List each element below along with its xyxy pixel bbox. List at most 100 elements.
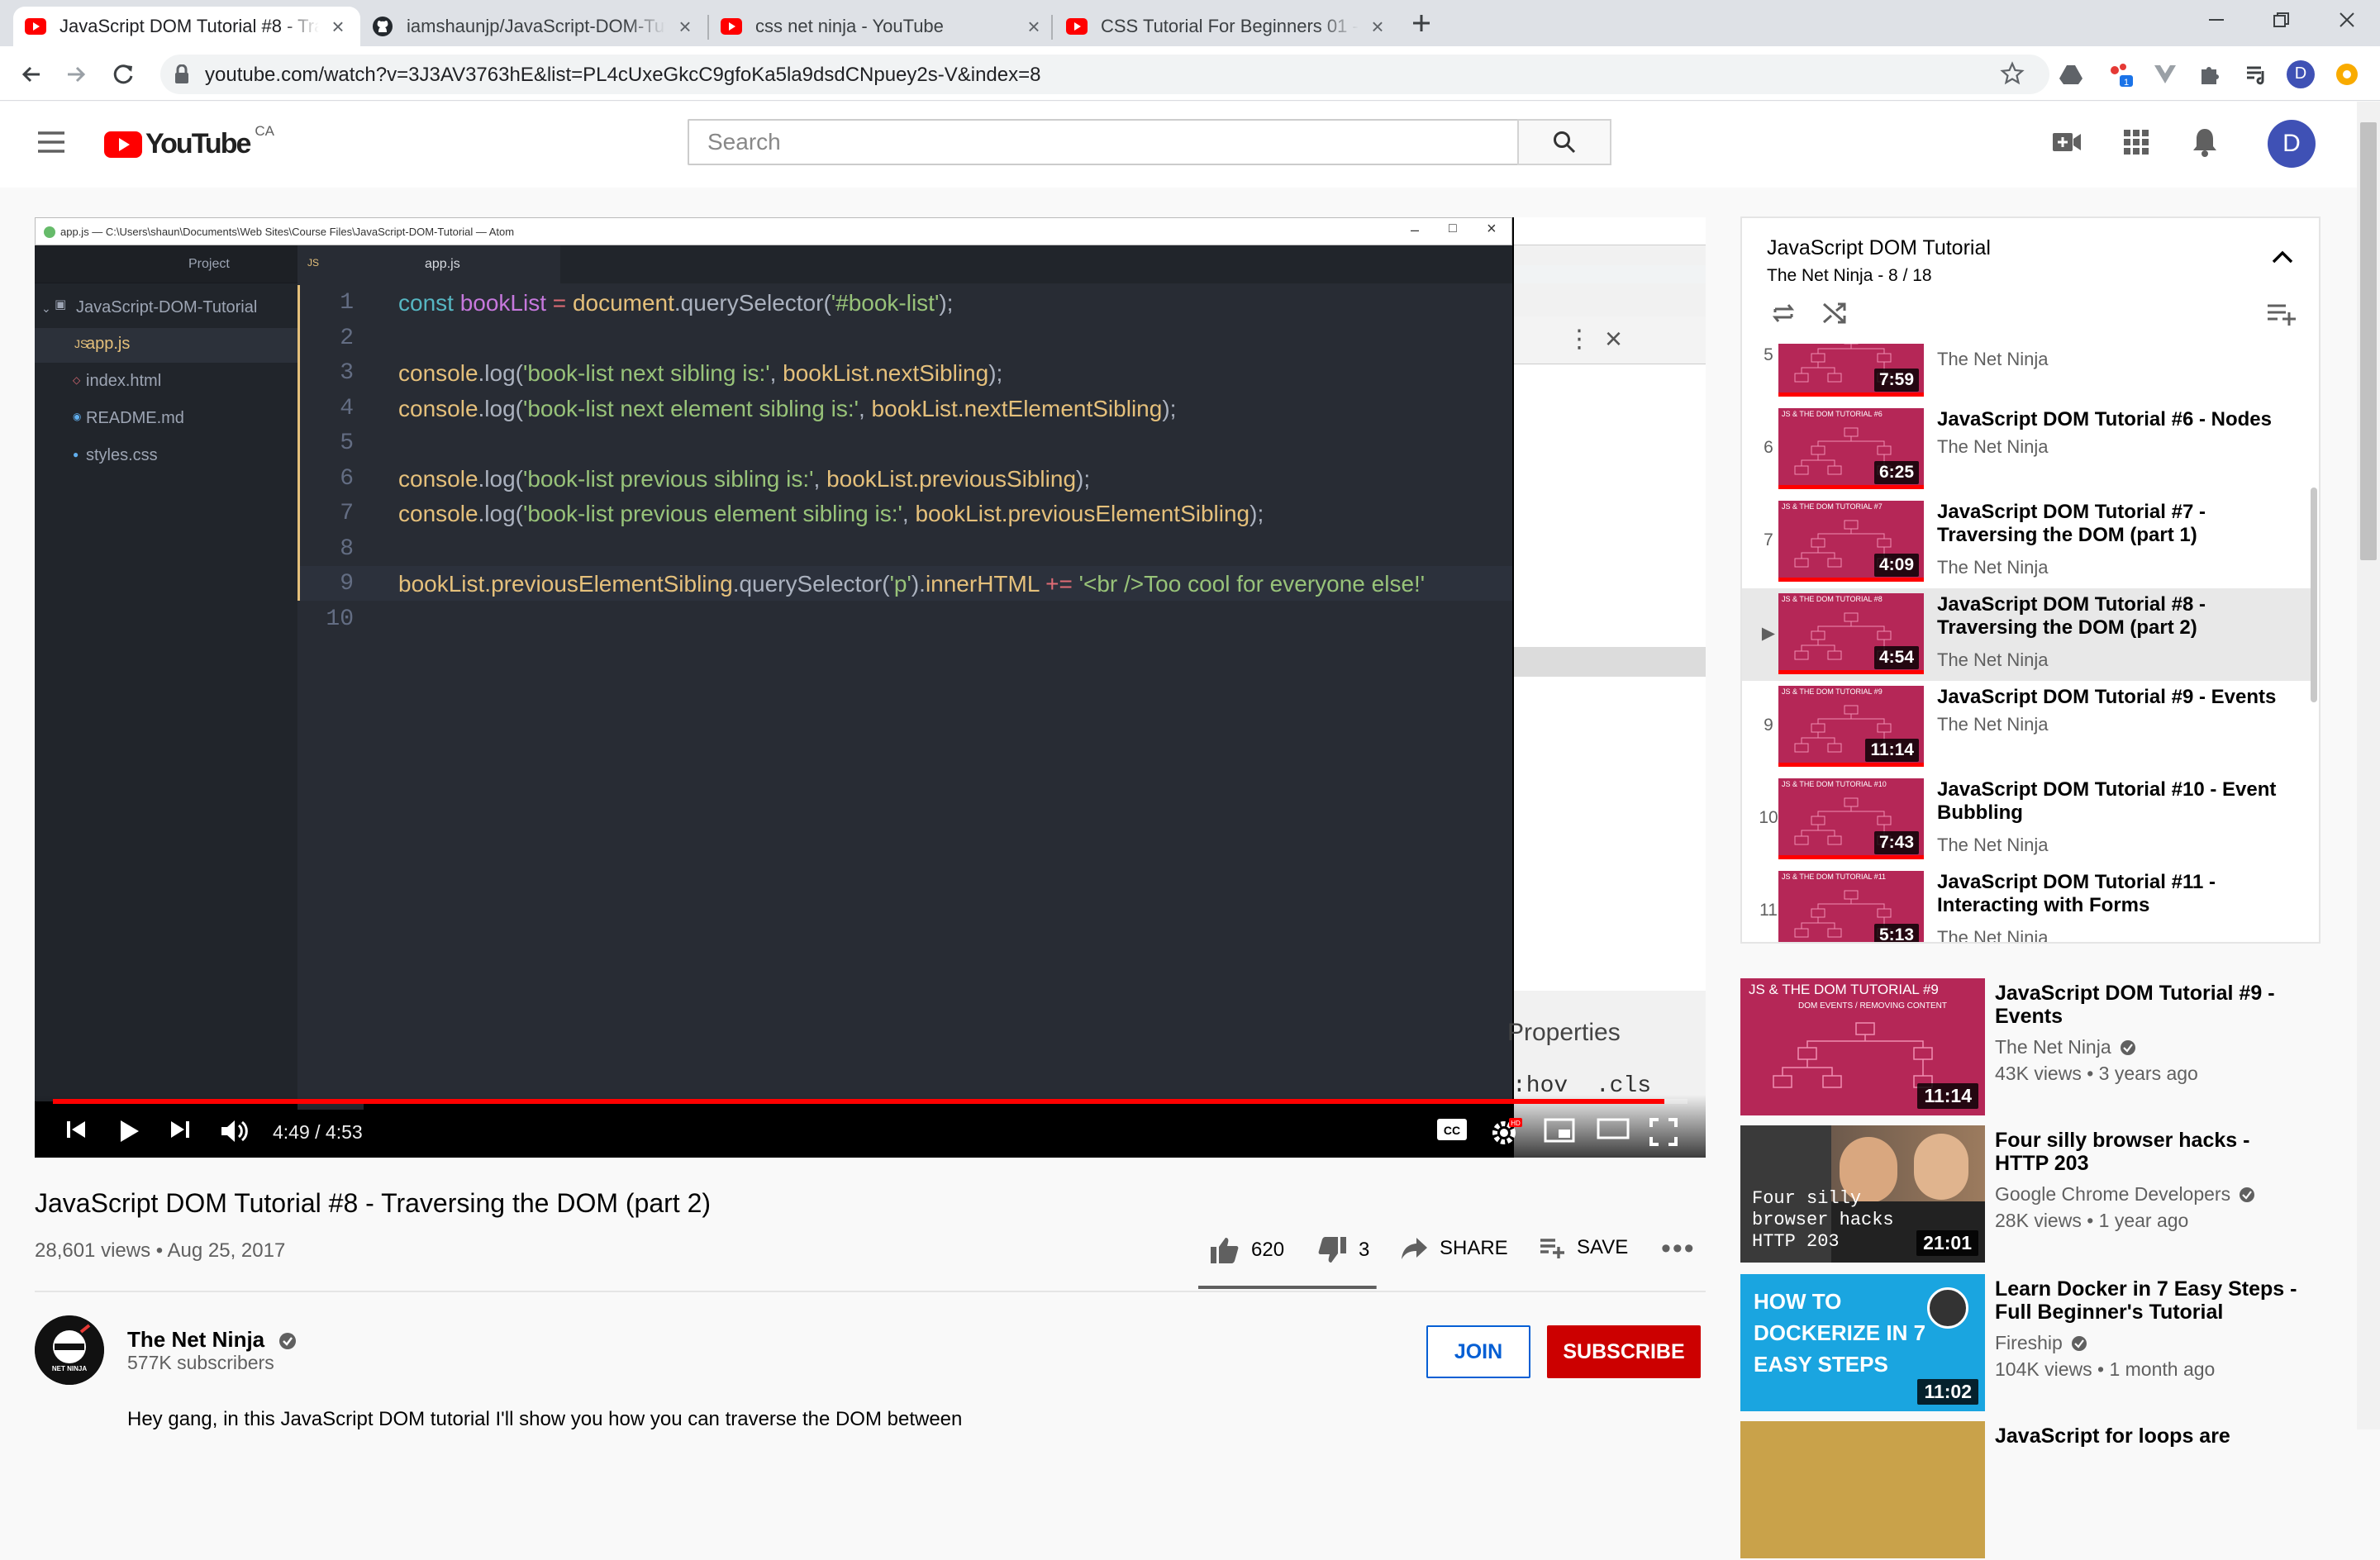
extension-badge-icon[interactable]: 1 bbox=[2106, 59, 2135, 89]
verified-check-icon bbox=[2071, 1335, 2087, 1352]
new-tab-button[interactable] bbox=[1407, 8, 1436, 38]
subtitles-cc-icon[interactable]: CC bbox=[1436, 1118, 1468, 1141]
line-number: 6 bbox=[340, 465, 354, 492]
channel-name[interactable]: The Net Ninja bbox=[127, 1327, 297, 1353]
related-video[interactable]: HOW TO DOCKERIZE IN 7 EASY STEPS 11:02 Lea… bbox=[1740, 1274, 2320, 1413]
search-button[interactable] bbox=[1517, 119, 1611, 165]
channel-avatar[interactable]: NET NINJA bbox=[35, 1315, 104, 1385]
apps-grid-icon[interactable] bbox=[2122, 128, 2150, 156]
playlist-item[interactable]: ▶ JS & THE DOM TUTORIAL #8 4:54 JavaScript … bbox=[1742, 588, 2312, 681]
youtube-logo[interactable]: YouTube CA bbox=[104, 123, 274, 160]
related-video[interactable]: Four silly browser hacks HTTP 203 21:01 Fo… bbox=[1740, 1125, 2320, 1264]
profile-avatar[interactable]: D bbox=[2286, 59, 2316, 89]
settings-gear-icon[interactable]: HD bbox=[1491, 1118, 1522, 1148]
loop-playlist-icon[interactable] bbox=[1770, 301, 1797, 326]
video-player[interactable]: app.js — C:\Users\shaun\Documents\Web Si… bbox=[35, 217, 1706, 1158]
close-tab-icon[interactable]: × bbox=[1367, 14, 1388, 39]
join-button[interactable]: JOIN bbox=[1426, 1325, 1530, 1378]
browser-tab-youtube-dom-8[interactable]: JavaScript DOM Tutorial #8 - Tra × bbox=[13, 7, 360, 46]
code-line: console.log('book-list next element sibl… bbox=[398, 396, 1176, 422]
playlist-item[interactable]: 5JS & THE DOM TUTORIAL #57:59Text & HTML… bbox=[1742, 344, 2312, 403]
like-button[interactable]: 620 bbox=[1210, 1236, 1284, 1264]
subscribe-button[interactable]: SUBSCRIBE bbox=[1547, 1325, 1701, 1378]
update-badge-icon[interactable] bbox=[2332, 59, 2362, 89]
channel-avatar-text: NET NINJA bbox=[51, 1365, 88, 1372]
playlist-scrollbar[interactable] bbox=[2311, 488, 2317, 702]
page-scrollbar-thumb[interactable] bbox=[2360, 122, 2377, 560]
account-avatar[interactable]: D bbox=[2268, 120, 2316, 168]
playlist-item[interactable]: 7 JS & THE DOM TUTORIAL #7 4:09 JavaScript … bbox=[1742, 496, 2312, 588]
hamburger-menu-icon[interactable] bbox=[36, 130, 66, 155]
playlist-item[interactable]: 11 JS & THE DOM TUTORIAL #11 5:13 JavaScrip… bbox=[1742, 866, 2312, 942]
browser-tab-css-tutorial[interactable]: CSS Tutorial For Beginners 01 - I × bbox=[1054, 7, 1400, 46]
devtools-divider bbox=[1514, 647, 1706, 677]
duration-badge: 21:01 bbox=[1916, 1230, 1978, 1256]
play-button[interactable] bbox=[116, 1118, 142, 1144]
playlist-item[interactable]: 9 JS & THE DOM TUTORIAL #9 11:14 JavaScript… bbox=[1742, 681, 2312, 773]
browser-tab-github[interactable]: iamshaunjp/JavaScript-DOM-Tut × bbox=[360, 7, 707, 46]
create-video-icon[interactable] bbox=[2051, 128, 2082, 156]
volume-icon[interactable] bbox=[220, 1118, 250, 1144]
playlist-title[interactable]: JavaScript DOM Tutorial bbox=[1767, 236, 1991, 260]
code-token: console bbox=[398, 465, 478, 492]
search-input[interactable] bbox=[689, 121, 1519, 164]
playlist-item-channel: The Net Ninja bbox=[1937, 835, 2049, 855]
fullscreen-icon[interactable] bbox=[1649, 1118, 1678, 1146]
duration-badge: 7:43 bbox=[1873, 831, 1919, 854]
address-bar[interactable]: youtube.com/watch?v=3J3AV3763hE&list=PL4… bbox=[160, 55, 2049, 94]
playlist-item[interactable]: 6 JS & THE DOM TUTORIAL #6 6:25 JavaScript … bbox=[1742, 403, 2312, 496]
code-token: innerHTML bbox=[925, 571, 1040, 597]
save-button[interactable]: SAVE bbox=[1539, 1236, 1628, 1259]
previous-video-icon[interactable] bbox=[64, 1118, 88, 1141]
atom-logo-icon bbox=[44, 226, 55, 238]
video-progress-bar[interactable] bbox=[53, 1099, 1687, 1104]
notifications-bell-icon[interactable] bbox=[2192, 126, 2218, 158]
playlist-item[interactable]: 10 JS & THE DOM TUTORIAL #10 7:43 JavaScrip… bbox=[1742, 773, 2312, 866]
theater-mode-icon[interactable] bbox=[1597, 1118, 1630, 1139]
video-thumbnail[interactable]: Four silly browser hacks HTTP 203 21:01 bbox=[1740, 1125, 1985, 1263]
share-button[interactable]: SHARE bbox=[1400, 1236, 1508, 1261]
playlist-item-title: JavaScript DOM Tutorial #9 - Events bbox=[1937, 686, 2277, 708]
video-thumbnail[interactable]: HOW TO DOCKERIZE IN 7 EASY STEPS 11:02 bbox=[1740, 1274, 1985, 1411]
verified-check-icon bbox=[278, 1332, 297, 1350]
related-video[interactable]: JS & THE DOM TUTORIAL #9 DOM EVENTS / REM… bbox=[1740, 978, 2320, 1117]
dislike-button[interactable]: 3 bbox=[1317, 1236, 1369, 1264]
close-tab-icon[interactable]: × bbox=[1023, 14, 1045, 39]
playlist-item-channel: The Net Ninja bbox=[1937, 436, 2049, 457]
extensions-puzzle-icon[interactable] bbox=[2195, 59, 2225, 89]
tree-file-readme: README.md bbox=[86, 409, 184, 427]
playlist-menu-add-icon[interactable] bbox=[2266, 302, 2297, 326]
tree-root: JavaScript-DOM-Tutorial bbox=[76, 298, 258, 316]
close-tab-icon[interactable]: × bbox=[674, 14, 696, 39]
reload-icon[interactable] bbox=[109, 59, 139, 89]
shuffle-icon[interactable] bbox=[1821, 301, 1848, 326]
forward-arrow-icon[interactable] bbox=[61, 59, 91, 89]
video-thumbnail[interactable] bbox=[1740, 1421, 1985, 1558]
related-video-channel[interactable]: Fireship bbox=[1995, 1332, 2087, 1354]
svg-text:HD: HD bbox=[1511, 1120, 1521, 1127]
video-thumbnail[interactable]: JS & THE DOM TUTORIAL #9 DOM EVENTS / REM… bbox=[1740, 978, 1985, 1115]
duration-badge: 11:14 bbox=[1917, 1083, 1978, 1109]
related-video[interactable]: JavaScript for loops are bbox=[1740, 1421, 2320, 1560]
vue-devtools-icon[interactable] bbox=[2150, 59, 2180, 89]
code-token: ); bbox=[1250, 501, 1264, 526]
duration-badge: 4:09 bbox=[1873, 554, 1919, 577]
thumbs-up-icon bbox=[1210, 1236, 1251, 1264]
browser-tab-css-net-ninja[interactable]: css net ninja - YouTube × bbox=[709, 7, 1056, 46]
close-window-icon[interactable] bbox=[2332, 5, 2362, 35]
svg-text:CC: CC bbox=[1444, 1124, 1460, 1137]
drive-extension-icon[interactable] bbox=[2056, 59, 2086, 89]
miniplayer-icon[interactable] bbox=[1544, 1118, 1575, 1143]
back-arrow-icon[interactable] bbox=[17, 59, 46, 89]
more-actions-button[interactable]: ••• bbox=[1661, 1233, 1696, 1265]
related-video-channel[interactable]: Google Chrome Developers bbox=[1995, 1183, 2255, 1206]
next-video-icon[interactable] bbox=[169, 1118, 192, 1141]
related-video-channel[interactable]: The Net Ninja bbox=[1995, 1036, 2136, 1058]
bookmark-star-icon[interactable] bbox=[2000, 61, 2025, 86]
code-token: .log( bbox=[478, 395, 523, 421]
restore-window-icon[interactable] bbox=[2266, 5, 2296, 35]
close-tab-icon[interactable]: × bbox=[327, 14, 349, 39]
collapse-chevron-up-icon[interactable] bbox=[2271, 250, 2294, 264]
minimize-window-icon[interactable] bbox=[2202, 5, 2231, 35]
media-queue-icon[interactable] bbox=[2241, 59, 2271, 89]
